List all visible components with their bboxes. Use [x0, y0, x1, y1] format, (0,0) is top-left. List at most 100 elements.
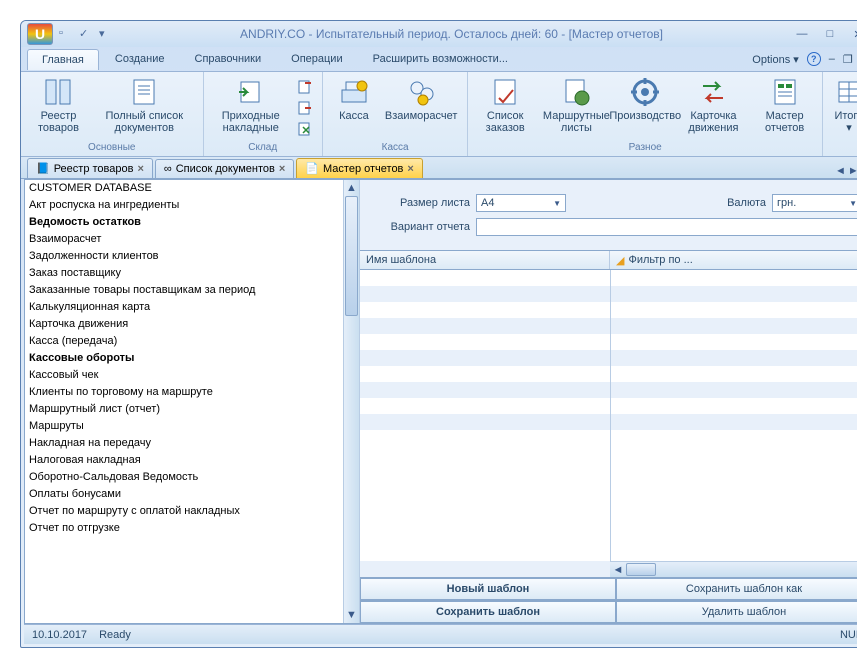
- tab-main[interactable]: Главная: [27, 49, 99, 70]
- scroll-left-icon[interactable]: ◄: [610, 564, 626, 576]
- status-num: NUM: [840, 629, 857, 641]
- tab-create[interactable]: Создание: [101, 49, 179, 69]
- list-item[interactable]: Задолженности клиентов: [25, 248, 343, 265]
- infinity-icon: ∞: [164, 163, 172, 175]
- mdi-minimize-icon[interactable]: –: [829, 53, 835, 65]
- filter-icon: ◢: [616, 254, 624, 267]
- btn-order-list[interactable]: Список заказов: [474, 74, 536, 141]
- scroll-up-icon[interactable]: ▲: [344, 180, 359, 196]
- currency-label: Валюта: [727, 197, 766, 209]
- paper-size-select[interactable]: A4▼: [476, 194, 566, 212]
- doctab-doclist[interactable]: ∞Список документов×: [155, 159, 294, 178]
- ribbon: Реестр товаров Полный список документов …: [21, 71, 857, 157]
- list-item[interactable]: Взаиморасчет: [25, 231, 343, 248]
- horizontal-scrollbar[interactable]: ◄ ►: [610, 561, 857, 577]
- list-item[interactable]: Ведомость остатков: [25, 214, 343, 231]
- report-list-pane: CUSTOMER DATABASEАкт роспуска на ингреди…: [25, 180, 360, 623]
- list-item[interactable]: CUSTOMER DATABASE: [25, 180, 343, 197]
- list-item[interactable]: Накладная на передачу: [25, 435, 343, 452]
- list-item[interactable]: Налоговая накладная: [25, 452, 343, 469]
- btn-sm-3[interactable]: [294, 119, 316, 139]
- list-item[interactable]: Клиенты по торговому на маршруте: [25, 384, 343, 401]
- titlebar: U ▫ ✓ ▾ ANDRIY.CO - Испытательный период…: [21, 21, 857, 47]
- scroll-thumb[interactable]: [626, 563, 656, 576]
- report-settings-pane: Размер листа A4▼ Валюта грн.▼ Вариант от…: [360, 180, 857, 623]
- scroll-down-icon[interactable]: ▼: [344, 607, 359, 623]
- list-item[interactable]: Кассовый чек: [25, 367, 343, 384]
- btn-goods-registry[interactable]: Реестр товаров: [27, 74, 90, 141]
- status-ready: Ready: [99, 629, 131, 641]
- close-tab-icon[interactable]: ×: [279, 163, 285, 175]
- list-item[interactable]: Маршруты: [25, 418, 343, 435]
- maximize-button[interactable]: □: [818, 26, 842, 42]
- list-item[interactable]: Маршрутный лист (отчет): [25, 401, 343, 418]
- scroll-thumb[interactable]: [345, 196, 358, 316]
- vertical-scrollbar[interactable]: ▲ ▼: [343, 180, 359, 623]
- btn-report-wizard[interactable]: Мастер отчетов: [753, 74, 816, 141]
- window-title: ANDRIY.CO - Испытательный период. Остало…: [113, 27, 790, 41]
- group-label-warehouse: Склад: [210, 141, 316, 154]
- btn-sm-1[interactable]: [294, 77, 316, 97]
- content-area: CUSTOMER DATABASEАкт роспуска на ингреди…: [24, 179, 857, 624]
- currency-select[interactable]: грн.▼: [772, 194, 857, 212]
- close-tab-icon[interactable]: ×: [407, 163, 413, 175]
- save-template-as-button[interactable]: Сохранить шаблон как: [616, 578, 857, 600]
- close-tab-icon[interactable]: ×: [137, 163, 143, 175]
- doctab-report-wizard[interactable]: 📄Мастер отчетов×: [296, 158, 423, 178]
- btn-production[interactable]: Производство: [617, 74, 674, 141]
- group-label-cash: Касса: [329, 141, 461, 154]
- status-date: 10.10.2017: [32, 629, 87, 641]
- statusbar: 10.10.2017 Ready NUM: [24, 624, 857, 644]
- btn-incoming-invoices[interactable]: Приходные накладные: [210, 74, 292, 141]
- tab-next-icon[interactable]: ►: [848, 165, 857, 178]
- qat-new-icon[interactable]: ▫: [59, 27, 73, 41]
- list-item[interactable]: Кассовые обороты: [25, 350, 343, 367]
- btn-cashbox[interactable]: Касса: [329, 74, 379, 141]
- qat-check-icon[interactable]: ✓: [79, 27, 93, 41]
- tab-prev-icon[interactable]: ◄: [835, 165, 846, 178]
- save-template-button[interactable]: Сохранить шаблон: [360, 601, 616, 623]
- template-grid[interactable]: [360, 270, 857, 561]
- doctab-registry[interactable]: 📘Реестр товаров×: [27, 158, 153, 178]
- variant-input[interactable]: [476, 218, 857, 236]
- delete-template-button[interactable]: Удалить шаблон: [616, 601, 857, 623]
- document-tabs: 📘Реестр товаров× ∞Список документов× 📄Ма…: [21, 157, 857, 179]
- mdi-restore-icon[interactable]: ❐: [843, 53, 853, 66]
- qat-dropdown-icon[interactable]: ▾: [99, 27, 113, 41]
- quick-access-toolbar: ▫ ✓ ▾: [59, 27, 113, 41]
- list-item[interactable]: Калькуляционная карта: [25, 299, 343, 316]
- new-template-button[interactable]: Новый шаблон: [360, 578, 616, 600]
- tab-extend[interactable]: Расширить возможности...: [359, 49, 522, 69]
- chevron-down-icon: ▼: [849, 199, 857, 208]
- tab-reference[interactable]: Справочники: [181, 49, 276, 69]
- list-item[interactable]: Отчет по маршруту с оплатой накладных: [25, 503, 343, 520]
- list-item[interactable]: Оборотно-Сальдовая Ведомость: [25, 469, 343, 486]
- list-item[interactable]: Акт роспуска на ингредиенты: [25, 197, 343, 214]
- col-template-name[interactable]: Имя шаблона: [360, 251, 610, 269]
- btn-sm-2[interactable]: [294, 98, 316, 118]
- report-list[interactable]: CUSTOMER DATABASEАкт роспуска на ингреди…: [25, 180, 343, 623]
- list-item[interactable]: Карточка движения: [25, 316, 343, 333]
- btn-route-sheets[interactable]: Маршрутные листы: [538, 74, 615, 141]
- btn-full-doc-list[interactable]: Полный список документов: [92, 74, 197, 141]
- app-logo-icon: U: [27, 23, 53, 45]
- list-item[interactable]: Отчет по отгрузке: [25, 520, 343, 537]
- variant-label: Вариант отчета: [370, 221, 470, 233]
- btn-settlement[interactable]: Взаиморасчет: [381, 74, 461, 141]
- book-icon: 📘: [36, 162, 50, 175]
- list-item[interactable]: Оплаты бонусами: [25, 486, 343, 503]
- btn-movement-card[interactable]: Карточка движения: [676, 74, 752, 141]
- template-grid-header: Имя шаблона ◢Фильтр по ...: [360, 250, 857, 270]
- list-item[interactable]: Заказ поставщику: [25, 265, 343, 282]
- group-label-misc: Разное: [474, 141, 816, 154]
- tab-operations[interactable]: Операции: [277, 49, 356, 69]
- minimize-button[interactable]: —: [790, 26, 814, 42]
- btn-totals[interactable]: Итоги▾: [829, 74, 857, 141]
- help-icon[interactable]: ?: [807, 52, 821, 66]
- list-item[interactable]: Касса (передача): [25, 333, 343, 350]
- list-item[interactable]: Заказанные товары поставщикам за период: [25, 282, 343, 299]
- options-menu[interactable]: Options ▾: [752, 53, 799, 66]
- close-button[interactable]: ✕: [846, 26, 857, 42]
- col-filter[interactable]: ◢Фильтр по ...: [610, 254, 857, 267]
- paper-size-label: Размер листа: [370, 197, 470, 209]
